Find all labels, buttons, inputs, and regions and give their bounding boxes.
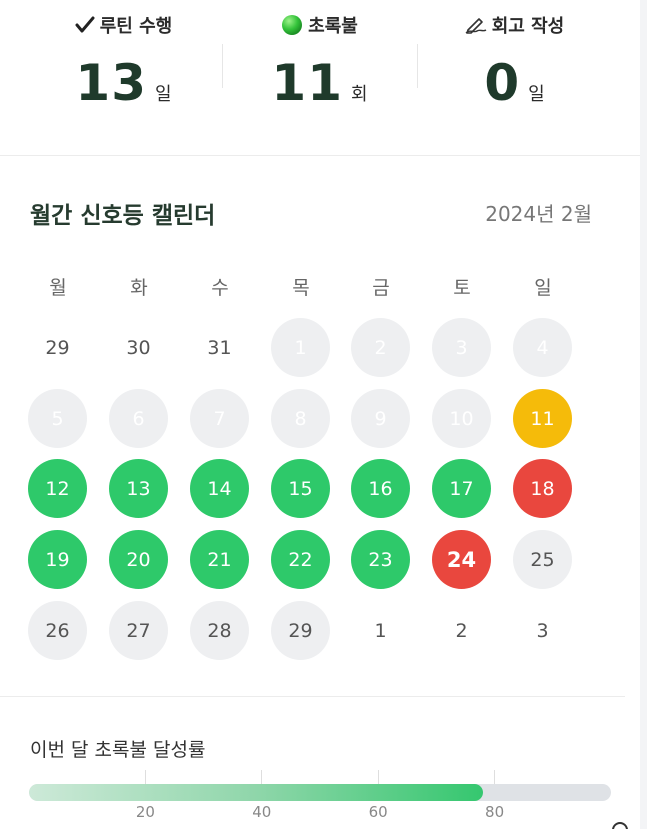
calendar-day[interactable]: 19 [28, 530, 87, 589]
green-light-icon [281, 14, 303, 36]
stat-label: 회고 작성 [491, 16, 565, 37]
stat-green-header: 초록불 [222, 12, 417, 38]
calendar-month[interactable]: 2024년 2월 [440, 198, 592, 227]
checkmark-icon [75, 16, 95, 34]
stat-number: 0 [484, 54, 521, 112]
weekday-label: 수 [211, 277, 229, 299]
stat-reflection-header: 회고 작성 [417, 12, 612, 38]
progress-tick-label: 60 [368, 803, 388, 821]
progress-title: 이번 달 초록불 달성률 [30, 739, 206, 761]
calendar-day[interactable]: 16 [351, 459, 410, 518]
calendar-day[interactable]: 22 [271, 530, 330, 589]
calendar-day[interactable]: 13 [109, 459, 168, 518]
weekday-label: 금 [372, 277, 390, 299]
calendar-day[interactable]: 7 [190, 389, 249, 448]
calendar-day[interactable]: 12 [28, 459, 87, 518]
calendar-day[interactable]: 5 [28, 389, 87, 448]
calendar-day[interactable]: 31 [190, 318, 249, 377]
stat-routine-header: 루틴 수행 [26, 12, 221, 38]
calendar-day[interactable]: 24 [432, 530, 491, 589]
pen-icon [465, 16, 487, 34]
stat-number: 13 [75, 54, 148, 112]
progress-tick-line [494, 770, 496, 784]
calendar-title: 월간 신호등 캘린더 [30, 203, 216, 229]
progress-tick-label: 80 [485, 803, 505, 821]
calendar-day[interactable]: 27 [109, 601, 168, 660]
stat-number: 11 [271, 54, 344, 112]
stat-label: 초록불 [308, 16, 358, 37]
weekday-label: 월 [49, 277, 67, 299]
calendar-day[interactable]: 14 [190, 459, 249, 518]
calendar-day[interactable]: 25 [513, 530, 572, 589]
stat-label: 루틴 수행 [99, 16, 173, 37]
calendar-day[interactable]: 21 [190, 530, 249, 589]
progress-fill [29, 784, 483, 801]
stat-value-row: 11 회 [222, 54, 417, 112]
calendar-day[interactable]: 26 [28, 601, 87, 660]
calendar-day[interactable]: 3 [513, 601, 572, 660]
section-divider [0, 696, 625, 697]
weekday-label: 일 [534, 277, 552, 299]
calendar-day[interactable]: 29 [28, 318, 87, 377]
calendar-day[interactable]: 28 [190, 601, 249, 660]
calendar-day[interactable]: 4 [513, 318, 572, 377]
progress-tick-label: 40 [252, 803, 272, 821]
progress-tick-line [377, 770, 379, 784]
weekday-label: 화 [130, 277, 148, 299]
stat-unit: 회 [351, 84, 368, 105]
progress-tick-line [144, 770, 146, 784]
calendar-day[interactable]: 8 [271, 389, 330, 448]
weekday-label: 토 [453, 277, 471, 299]
scrollbar-track[interactable] [640, 0, 647, 829]
monthly-summary-screen: { "stats": [ {"icon": "checkmark-icon", … [0, 0, 647, 829]
stats-section: 루틴 수행 13 일 초록불 11 회 회고 작성 0 일 [0, 0, 640, 155]
calendar-day[interactable]: 29 [271, 601, 330, 660]
calendar-day[interactable]: 9 [351, 389, 410, 448]
calendar-day[interactable]: 17 [432, 459, 491, 518]
section-divider [0, 155, 640, 156]
weekday-label: 목 [292, 277, 310, 299]
calendar-day[interactable]: 6 [109, 389, 168, 448]
calendar-day[interactable]: 2 [351, 318, 410, 377]
progress-tick-line [261, 770, 263, 784]
calendar-day[interactable]: 10 [432, 389, 491, 448]
calendar-day[interactable]: 30 [109, 318, 168, 377]
progress-tick-label: 20 [135, 803, 155, 821]
calendar-day[interactable]: 23 [351, 530, 410, 589]
calendar-day[interactable]: 20 [109, 530, 168, 589]
calendar-day[interactable]: 15 [271, 459, 330, 518]
calendar-day[interactable]: 18 [513, 459, 572, 518]
calendar-day[interactable]: 1 [271, 318, 330, 377]
calendar-day[interactable]: 3 [432, 318, 491, 377]
calendar-day[interactable]: 11 [513, 389, 572, 448]
calendar-day[interactable]: 2 [432, 601, 491, 660]
floating-button-edge[interactable] [612, 822, 628, 829]
calendar-day[interactable]: 1 [351, 601, 410, 660]
progress-bar [29, 784, 611, 801]
stat-unit: 일 [155, 84, 172, 105]
stat-value-row: 0 일 [417, 54, 612, 112]
stat-unit: 일 [528, 84, 545, 105]
stat-value-row: 13 일 [26, 54, 221, 112]
